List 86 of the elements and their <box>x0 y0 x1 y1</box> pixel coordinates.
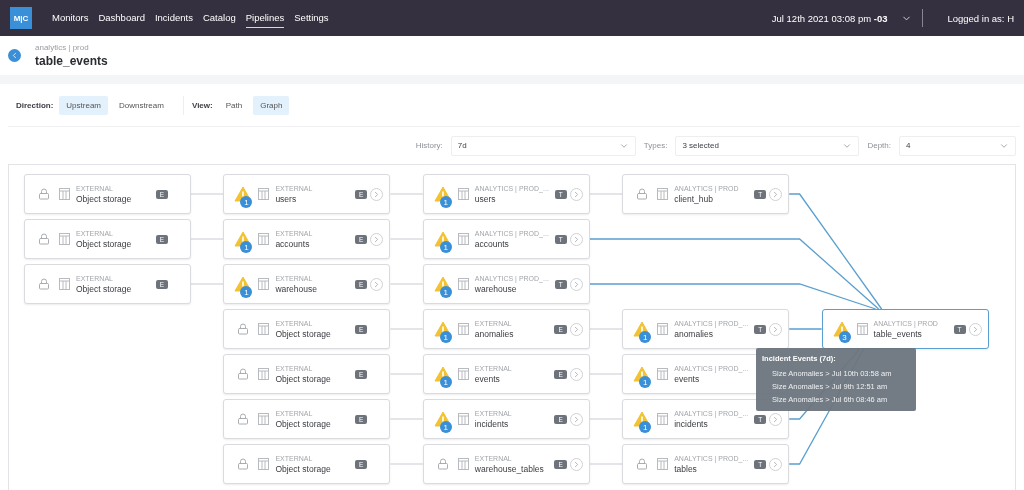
lock-icon <box>237 368 250 380</box>
table-icon <box>258 323 270 335</box>
node-name: accounts <box>474 238 510 249</box>
node-name: Object storage <box>76 283 133 294</box>
chevron-left-icon <box>10 51 19 60</box>
table-icon <box>657 188 669 200</box>
toggle-option[interactable]: Upstream <box>59 95 109 115</box>
toggle-option[interactable]: Downstream <box>112 95 171 115</box>
table-icon <box>258 413 270 425</box>
control-label: View: <box>191 100 213 110</box>
lock-icon <box>237 323 250 335</box>
node-name: client_hub <box>674 193 714 204</box>
node-name: accounts <box>275 238 311 249</box>
node-name: Object storage <box>76 193 133 204</box>
lock-icon <box>636 188 649 200</box>
user-label: Logged in as: H <box>947 12 1014 24</box>
table-icon <box>457 188 469 200</box>
nav-link[interactable]: Dashboard <box>98 8 145 28</box>
table-icon <box>258 278 270 290</box>
node-name: warehouse <box>474 283 518 294</box>
breadcrumb: analytics | prod <box>35 43 90 52</box>
node-name: anomalies <box>474 328 515 339</box>
date-time: Jul 12th 2021 03:08 pm -03 <box>771 12 888 24</box>
incident-count: 1 <box>240 241 253 253</box>
node-name: incidents <box>474 418 510 429</box>
table-icon <box>457 278 469 290</box>
incident-count: 1 <box>639 331 652 343</box>
node-name: Object storage <box>275 373 332 384</box>
table-icon <box>258 233 270 245</box>
nav-link[interactable]: Catalog <box>202 8 236 28</box>
table-icon <box>457 413 469 425</box>
lock-icon <box>436 458 449 470</box>
table-icon <box>59 188 70 200</box>
node-name: Object storage <box>76 238 133 249</box>
page-title: table_events <box>35 54 108 68</box>
back-button[interactable] <box>8 49 21 62</box>
table-icon <box>856 323 868 335</box>
node-name: warehouse_tables <box>474 463 545 474</box>
lock-icon <box>38 278 50 290</box>
filter-label: Types: <box>643 141 668 150</box>
node-name: tables <box>674 463 698 474</box>
incident-count: 1 <box>639 376 652 388</box>
filter-select[interactable]: 3 selected <box>675 135 860 156</box>
lock-icon <box>237 458 250 470</box>
table-icon <box>657 458 669 470</box>
lock-icon <box>38 188 50 200</box>
table-icon <box>258 368 270 380</box>
nav-link[interactable]: Pipelines <box>245 8 285 28</box>
table-icon <box>657 413 669 425</box>
nav-link[interactable]: Monitors <box>52 8 89 28</box>
node-name: Object storage <box>275 328 332 339</box>
node-name: users <box>275 193 298 204</box>
table-icon <box>258 458 270 470</box>
node-name: events <box>674 373 701 384</box>
incident-count: 1 <box>240 286 253 298</box>
table-icon <box>457 458 469 470</box>
toggle-option[interactable]: Graph <box>253 95 290 115</box>
lock-icon <box>38 233 50 245</box>
node-name: table_events <box>873 328 923 339</box>
table-icon <box>657 368 669 380</box>
table-icon <box>457 368 469 380</box>
incident-count: 1 <box>240 196 253 208</box>
node-name: Object storage <box>275 418 332 429</box>
node-name: warehouse <box>275 283 318 294</box>
node-name: Object storage <box>275 463 332 474</box>
node-name: users <box>474 193 497 204</box>
toggle-option[interactable]: Path <box>218 95 250 115</box>
table-icon <box>657 323 669 335</box>
lock-icon <box>237 413 250 425</box>
table-icon <box>457 323 469 335</box>
table-icon <box>59 233 70 245</box>
control-label: Direction: <box>16 100 54 110</box>
node-name: incidents <box>674 418 709 429</box>
filter-label: History: <box>415 141 443 150</box>
node-name: anomalies <box>674 328 714 339</box>
table-icon <box>258 188 270 200</box>
filter-select[interactable]: 7d <box>450 135 636 156</box>
node-name: events <box>474 373 501 384</box>
incident-count: 1 <box>639 421 652 433</box>
nav-link[interactable]: Settings <box>294 8 329 28</box>
lock-icon <box>636 458 649 470</box>
nav-link[interactable]: Incidents <box>154 8 193 28</box>
table-icon <box>59 278 70 290</box>
filter-label: Depth: <box>867 141 891 150</box>
filter-select[interactable]: 4 <box>899 135 1016 156</box>
table-icon <box>457 233 469 245</box>
